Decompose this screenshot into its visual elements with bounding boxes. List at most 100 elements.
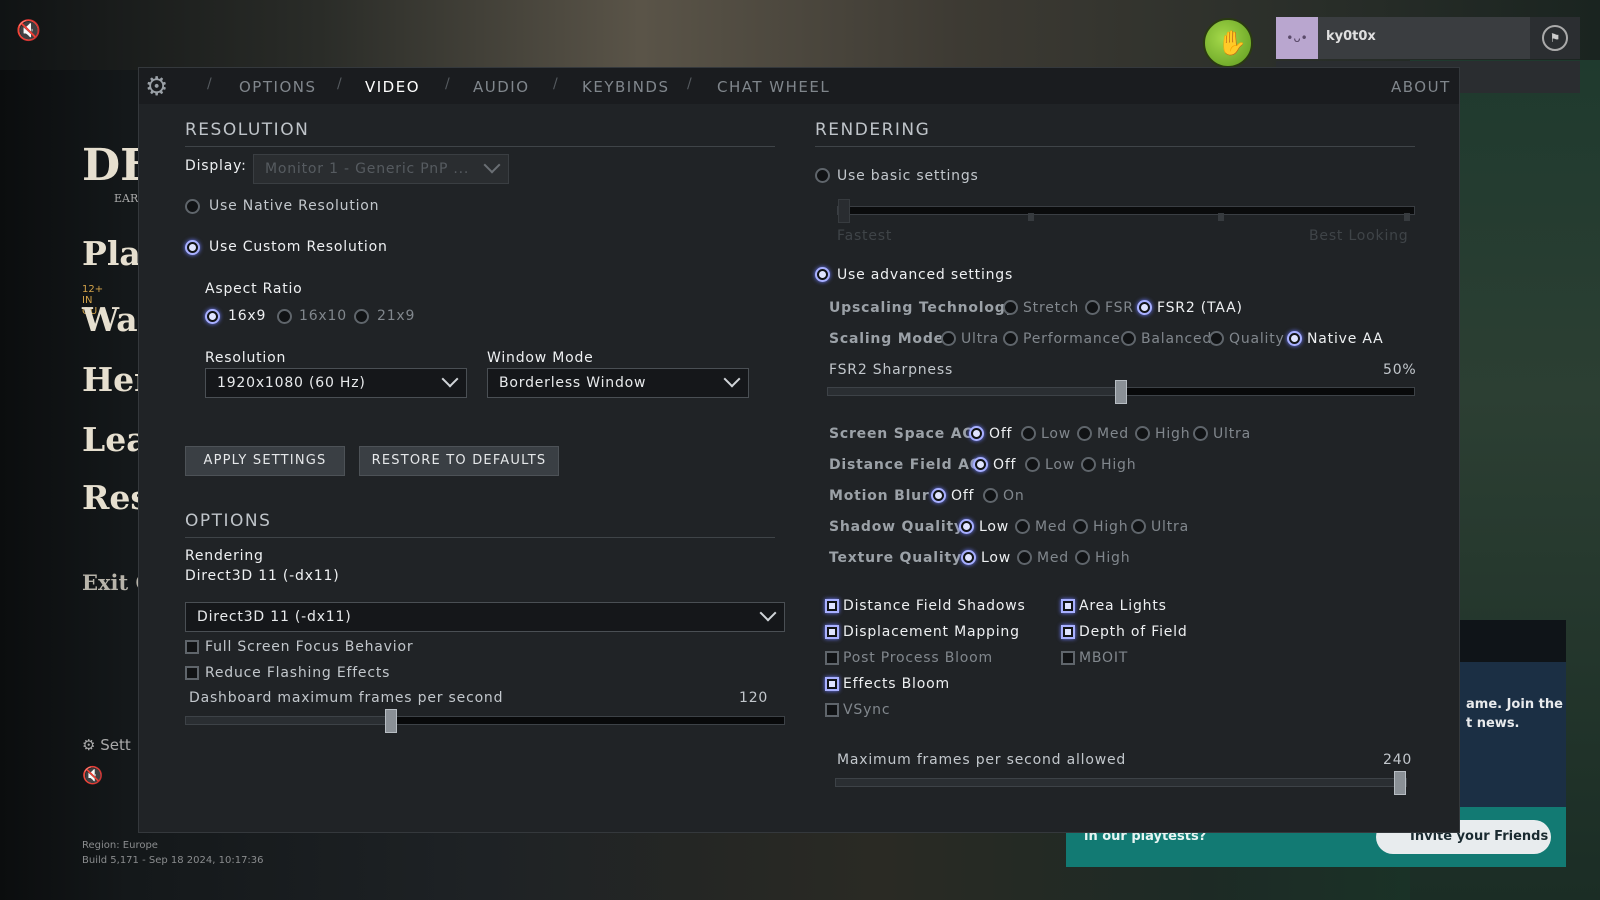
settings-tabbar: ⚙ / OPTIONS / VIDEO / AUDIO / KEYBINDS /… <box>139 68 1459 104</box>
aspect-ratio-label: Aspect Ratio <box>205 281 303 297</box>
scaling-performance-label: Performance <box>1023 331 1121 347</box>
scaling-balanced-radio[interactable] <box>1121 331 1136 346</box>
options-divider <box>185 537 775 538</box>
upscaling-label: Upscaling Technology <box>829 300 1016 316</box>
flag-button[interactable]: ⚑ <box>1530 17 1580 59</box>
dashboard-fps-label: Dashboard maximum frames per second <box>189 690 504 706</box>
custom-resolution-label: Use Custom Resolution <box>209 239 388 255</box>
sharpness-value: 50% <box>1383 362 1417 378</box>
sharpness-slider[interactable] <box>827 380 1415 404</box>
post-process-bloom-checkbox[interactable] <box>825 651 839 665</box>
chevron-down-icon <box>759 604 777 622</box>
tab-keybinds[interactable]: KEYBINDS <box>582 78 669 96</box>
ssao-med-radio[interactable] <box>1077 426 1092 441</box>
tab-audio[interactable]: AUDIO <box>473 78 530 96</box>
full-screen-focus-checkbox[interactable] <box>185 640 199 654</box>
menu-item-settings[interactable]: ⚙ Sett <box>82 736 131 754</box>
upscaling-fsr-radio[interactable] <box>1085 300 1100 315</box>
upscaling-fsr2-radio[interactable] <box>1137 300 1152 315</box>
aspect-16x9-label: 16x9 <box>228 308 267 324</box>
scaling-native-aa-radio[interactable] <box>1287 331 1302 346</box>
tab-options[interactable]: OPTIONS <box>239 78 317 96</box>
ssao-low-radio[interactable] <box>1021 426 1036 441</box>
aspect-16x10-radio[interactable] <box>277 309 292 324</box>
motion-blur-on-radio[interactable] <box>983 488 998 503</box>
upscaling-stretch-radio[interactable] <box>1003 300 1018 315</box>
promo-text-1: ame. Join the <box>1466 697 1563 712</box>
motion-blur-label: Motion Blur <box>829 488 930 504</box>
resolution-value: 1920x1080 (60 Hz) <box>217 375 366 391</box>
motion-blur-off-radio[interactable] <box>931 488 946 503</box>
texture-med-radio[interactable] <box>1017 550 1032 565</box>
shadow-med-label: Med <box>1035 519 1067 535</box>
resolution-select[interactable]: 1920x1080 (60 Hz) <box>205 368 467 398</box>
region-text: Region: Europe <box>82 840 158 851</box>
vsync-checkbox[interactable] <box>825 703 839 717</box>
distance-field-shadows-checkbox[interactable] <box>825 599 839 613</box>
user-panel[interactable]: •ᴗ• ky0t0x ⚑ <box>1276 17 1580 59</box>
aspect-16x9-radio[interactable] <box>205 309 220 324</box>
apply-settings-button[interactable]: APPLY SETTINGS <box>185 446 345 476</box>
shadow-med-radio[interactable] <box>1015 519 1030 534</box>
basic-settings-radio[interactable] <box>815 168 830 183</box>
build-info: Region: Europe Build 5,171 - Sep 18 2024… <box>82 838 264 868</box>
slider-thumb[interactable] <box>838 199 850 223</box>
mute-icon-secondary[interactable]: 🔇 <box>82 766 103 786</box>
shadow-ultra-radio[interactable] <box>1131 519 1146 534</box>
mute-icon[interactable]: 🔇 <box>16 18 42 42</box>
ssao-ultra-label: Ultra <box>1213 426 1251 442</box>
resolution-title: RESOLUTION <box>185 120 310 140</box>
ssao-ultra-radio[interactable] <box>1193 426 1208 441</box>
slider-thumb[interactable] <box>385 709 397 733</box>
dfao-low-label: Low <box>1045 457 1075 473</box>
dfao-off-radio[interactable] <box>973 457 988 472</box>
ssao-high-radio[interactable] <box>1135 426 1150 441</box>
shadow-low-radio[interactable] <box>959 519 974 534</box>
dashboard-fps-value: 120 <box>739 690 769 706</box>
aspect-21x9-radio[interactable] <box>354 309 369 324</box>
build-text: Build 5,171 - Sep 18 2024, 10:17:36 <box>82 855 264 866</box>
effects-bloom-checkbox[interactable] <box>825 677 839 691</box>
tab-separator: / <box>207 76 212 92</box>
slider-fill <box>828 388 1121 395</box>
advanced-settings-radio[interactable] <box>815 267 830 282</box>
displacement-mapping-checkbox[interactable] <box>825 625 839 639</box>
shadow-high-label: High <box>1093 519 1129 535</box>
texture-low-label: Low <box>981 550 1011 566</box>
slider-fill <box>836 779 1400 786</box>
tab-video[interactable]: VIDEO <box>365 78 420 96</box>
depth-of-field-checkbox[interactable] <box>1061 625 1075 639</box>
slider-tick <box>1028 213 1034 221</box>
dashboard-fps-slider[interactable] <box>185 709 785 733</box>
native-resolution-radio[interactable] <box>185 199 200 214</box>
scaling-performance-radio[interactable] <box>1003 331 1018 346</box>
upscaling-stretch-label: Stretch <box>1023 300 1080 316</box>
dfao-high-radio[interactable] <box>1081 457 1096 472</box>
texture-low-radio[interactable] <box>961 550 976 565</box>
custom-resolution-radio[interactable] <box>185 240 200 255</box>
slider-thumb[interactable] <box>1394 771 1406 795</box>
scaling-ultra-radio[interactable] <box>941 331 956 346</box>
basic-quality-slider[interactable] <box>837 199 1415 223</box>
menu-item-watch[interactable]: Wa <box>82 300 138 339</box>
slider-thumb[interactable] <box>1115 380 1127 404</box>
reduce-flashing-checkbox[interactable] <box>185 666 199 680</box>
max-fps-slider[interactable] <box>835 771 1407 795</box>
rendering-api-select[interactable]: Direct3D 11 (-dx11) <box>185 602 785 632</box>
shadow-high-radio[interactable] <box>1073 519 1088 534</box>
tab-about[interactable]: ABOUT <box>1391 78 1451 96</box>
chevron-down-icon <box>483 156 501 174</box>
slider-fill <box>186 717 391 724</box>
window-mode-select[interactable]: Borderless Window <box>487 368 749 398</box>
play-status-button[interactable]: ✋ <box>1203 18 1253 68</box>
dfao-low-radio[interactable] <box>1025 457 1040 472</box>
restore-defaults-button[interactable]: RESTORE TO DEFAULTS <box>359 446 559 476</box>
scaling-quality-radio[interactable] <box>1209 331 1224 346</box>
tab-chat-wheel[interactable]: CHAT WHEEL <box>717 78 830 96</box>
mboit-checkbox[interactable] <box>1061 651 1075 665</box>
texture-high-radio[interactable] <box>1075 550 1090 565</box>
rendering-title: RENDERING <box>815 120 931 140</box>
ssao-off-radio[interactable] <box>969 426 984 441</box>
tab-separator: / <box>553 76 558 92</box>
area-lights-checkbox[interactable] <box>1061 599 1075 613</box>
